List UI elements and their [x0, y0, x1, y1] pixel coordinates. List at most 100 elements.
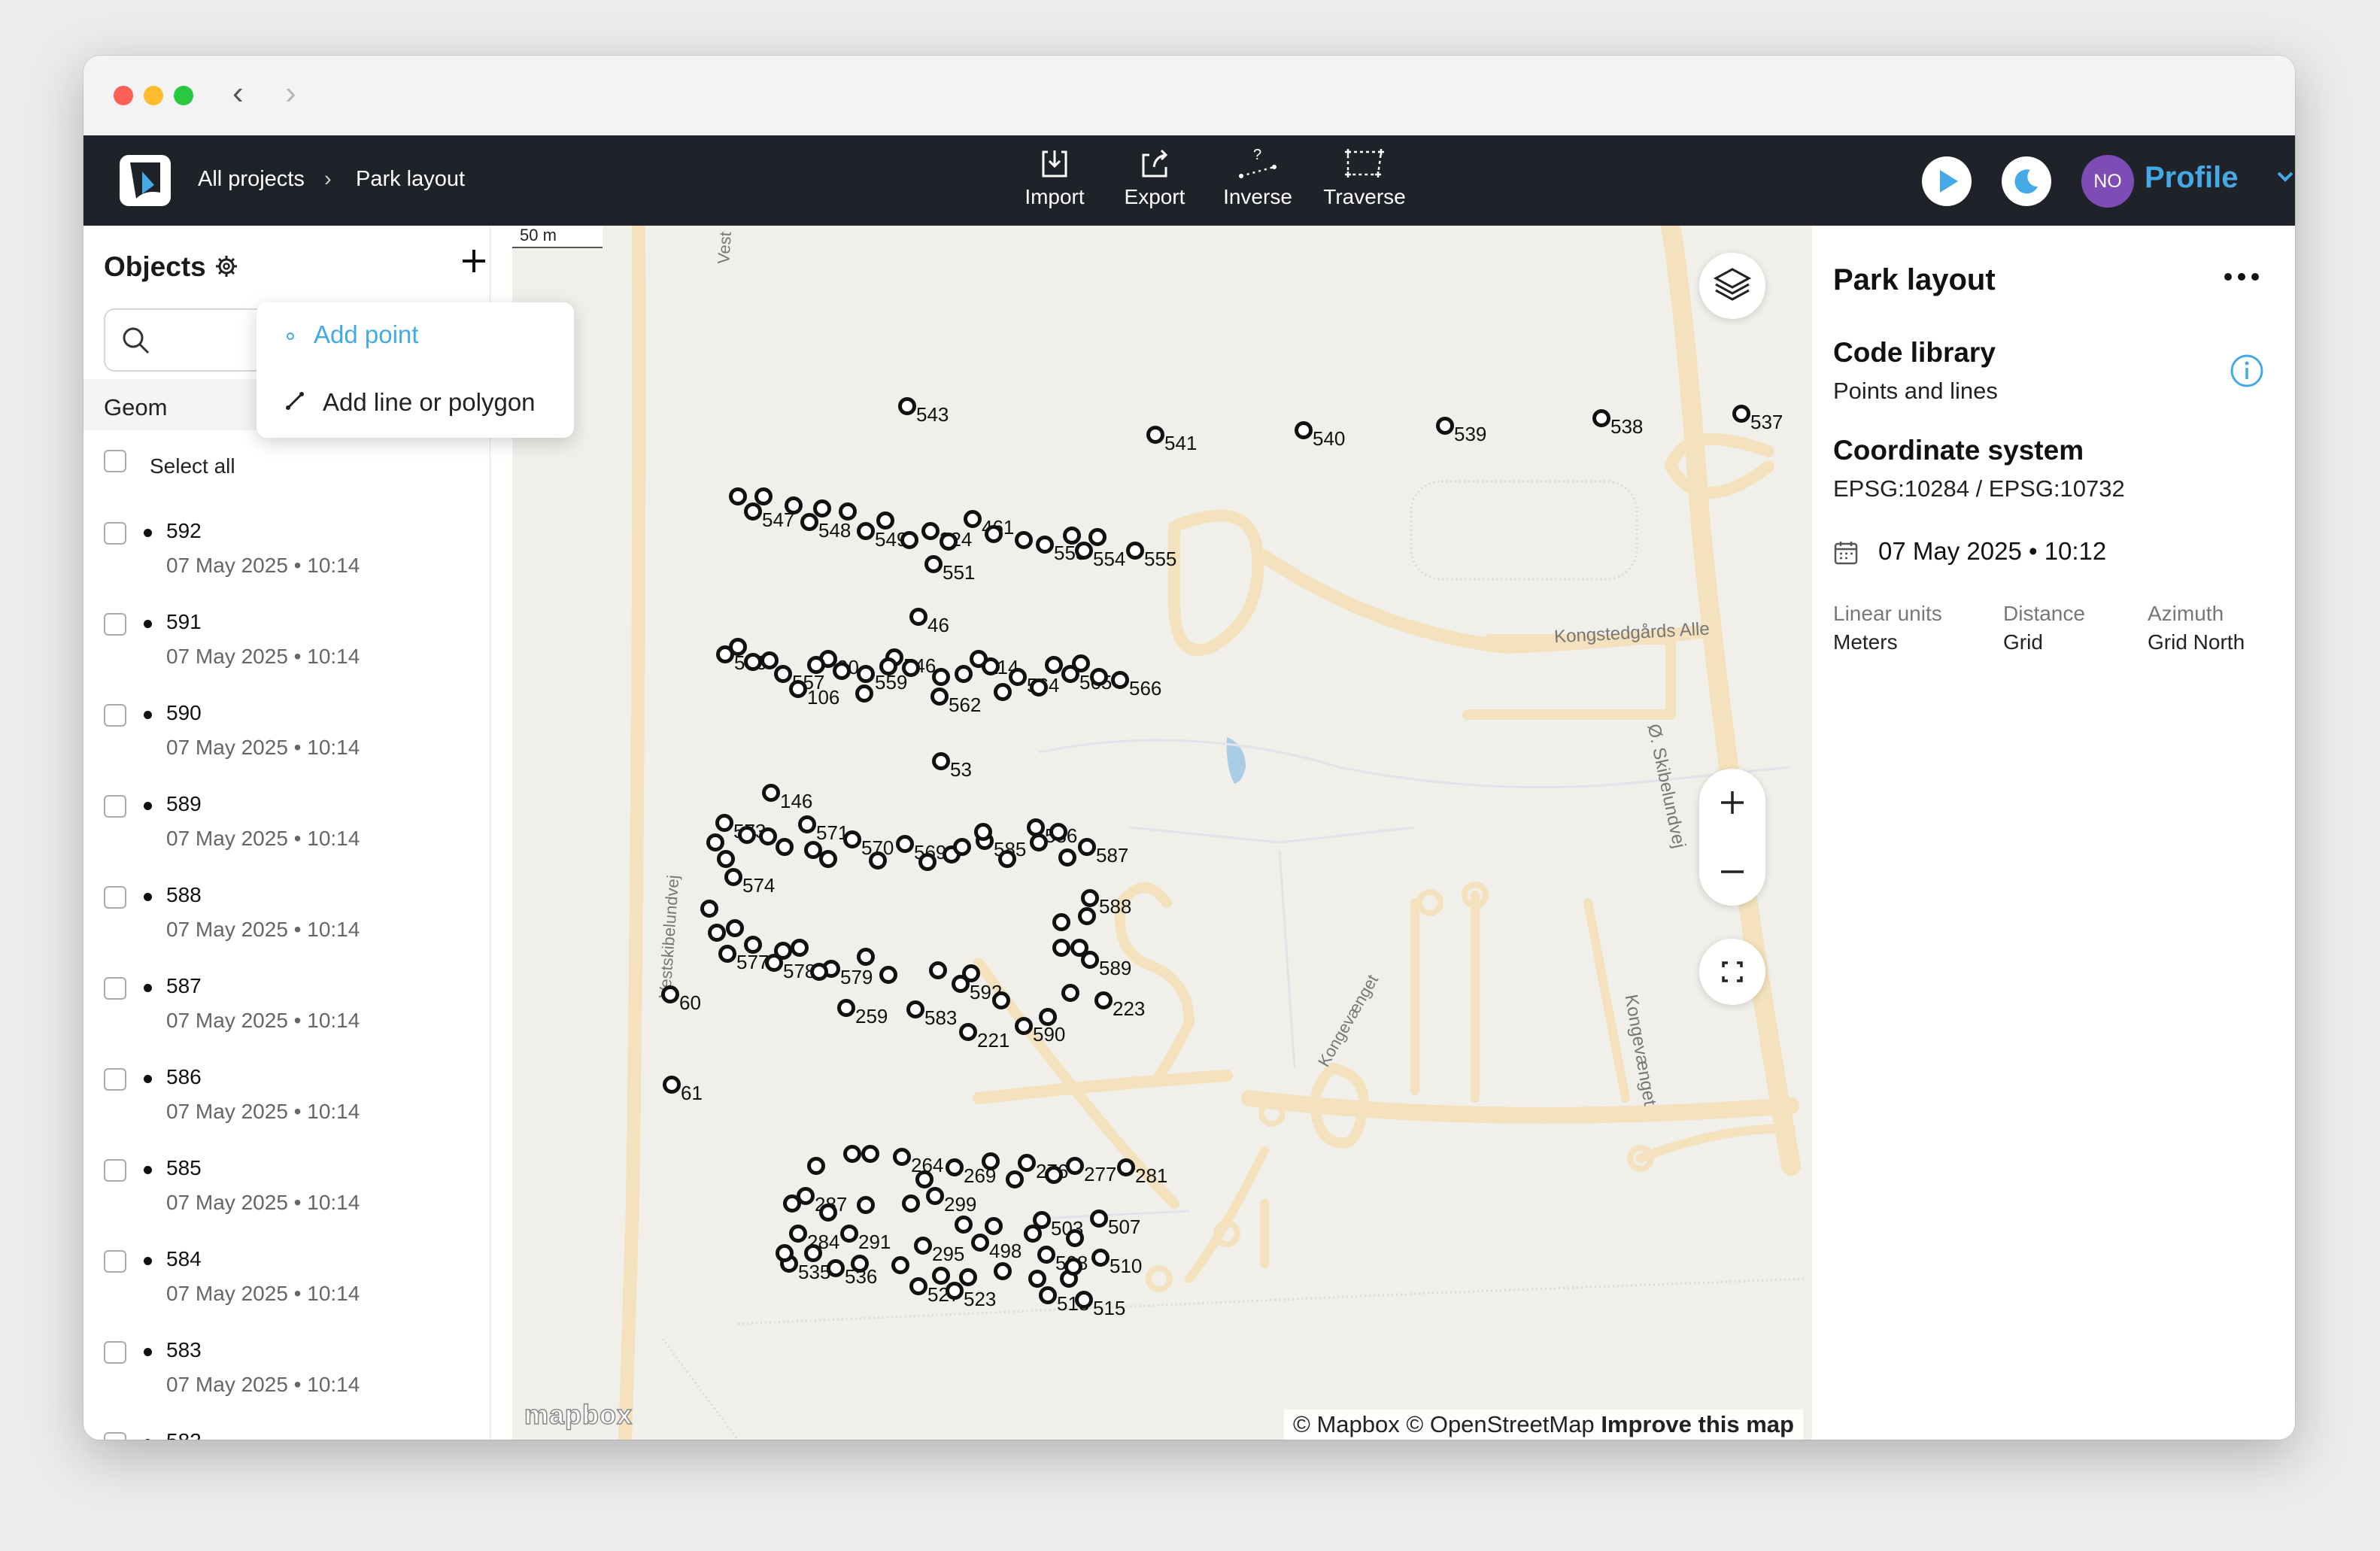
survey-point-marker[interactable] [1732, 405, 1750, 423]
export-button[interactable]: Export [1098, 146, 1211, 209]
survey-point-marker[interactable] [1064, 1258, 1082, 1276]
survey-point-marker[interactable] [1066, 1157, 1084, 1175]
item-checkbox[interactable] [104, 795, 126, 818]
list-item[interactable]: 589 07 May 2025 • 10:14 [83, 788, 475, 879]
survey-point-marker[interactable] [1030, 678, 1048, 697]
survey-point-marker[interactable] [1049, 823, 1067, 841]
survey-point-marker[interactable] [1436, 417, 1454, 435]
survey-point-marker[interactable] [1018, 1154, 1036, 1172]
survey-point-marker[interactable] [1078, 838, 1096, 856]
survey-point-marker[interactable] [833, 662, 851, 680]
avatar[interactable]: NO [2081, 155, 2134, 208]
forward-arrow-icon[interactable]: › [285, 77, 296, 110]
traverse-button[interactable]: Traverse [1308, 146, 1421, 209]
survey-point-marker[interactable] [789, 1225, 807, 1243]
survey-point-marker[interactable] [1295, 421, 1313, 439]
survey-point-marker[interactable] [932, 668, 950, 686]
survey-point-marker[interactable] [1045, 1166, 1063, 1184]
list-item[interactable]: 592 07 May 2025 • 10:14 [83, 514, 475, 606]
survey-point-marker[interactable] [738, 826, 756, 844]
zoom-window-button[interactable] [174, 86, 193, 105]
survey-point-marker[interactable] [729, 487, 747, 505]
survey-point-marker[interactable] [840, 1225, 858, 1243]
survey-point-marker[interactable] [1052, 939, 1070, 957]
survey-point-marker[interactable] [843, 830, 861, 848]
survey-point-marker[interactable] [1066, 1229, 1084, 1247]
survey-point-marker[interactable] [807, 656, 825, 674]
survey-point-marker[interactable] [819, 850, 837, 868]
survey-point-marker[interactable] [1039, 1286, 1057, 1304]
survey-point-marker[interactable] [953, 838, 971, 856]
survey-point-marker[interactable] [1090, 668, 1108, 686]
import-button[interactable]: Import [998, 146, 1111, 209]
survey-point-marker[interactable] [785, 496, 803, 514]
survey-point-marker[interactable] [1058, 848, 1076, 867]
survey-point-marker[interactable] [924, 555, 943, 573]
info-icon[interactable] [2230, 354, 2264, 388]
survey-point-marker[interactable] [661, 985, 679, 1003]
survey-point-marker[interactable] [783, 1194, 801, 1213]
item-checkbox[interactable] [104, 977, 126, 1000]
survey-point-marker[interactable] [914, 1237, 932, 1255]
survey-point-marker[interactable] [1045, 656, 1063, 674]
survey-point-marker[interactable] [985, 525, 1003, 543]
survey-point-marker[interactable] [971, 1234, 989, 1252]
breadcrumb-all-projects[interactable]: All projects [198, 167, 305, 192]
survey-point-marker[interactable] [857, 522, 875, 540]
survey-point-marker[interactable] [855, 684, 873, 703]
survey-point-marker[interactable] [982, 657, 1000, 675]
survey-point-marker[interactable] [857, 948, 875, 966]
survey-point-marker[interactable] [959, 1268, 977, 1286]
survey-point-marker[interactable] [724, 868, 742, 886]
survey-point-marker[interactable] [1078, 907, 1096, 925]
survey-point-marker[interactable] [1070, 939, 1088, 957]
survey-point-marker[interactable] [813, 499, 831, 518]
survey-point-marker[interactable] [876, 511, 894, 530]
survey-point-marker[interactable] [879, 657, 897, 675]
play-tour-button[interactable] [1922, 156, 1972, 206]
survey-point-marker[interactable] [869, 851, 887, 870]
map-canvas[interactable]: 50 m Kongstedgårds Alle Ø. Skibelundvej … [512, 226, 1812, 1440]
survey-point-marker[interactable] [1039, 1008, 1057, 1026]
survey-point-marker[interactable] [879, 966, 897, 984]
item-checkbox[interactable] [104, 1432, 126, 1440]
survey-point-marker[interactable] [926, 1187, 944, 1205]
add-object-button[interactable] [460, 247, 488, 275]
survey-point-marker[interactable] [798, 815, 816, 833]
survey-point-marker[interactable] [918, 853, 937, 871]
survey-point-marker[interactable] [974, 823, 992, 841]
list-item[interactable]: 591 07 May 2025 • 10:14 [83, 606, 475, 697]
survey-point-marker[interactable] [861, 1145, 879, 1163]
survey-point-marker[interactable] [915, 1170, 933, 1188]
survey-point-marker[interactable] [744, 936, 762, 954]
survey-point-marker[interactable] [837, 999, 855, 1017]
survey-point-marker[interactable] [962, 964, 980, 982]
survey-point-marker[interactable] [843, 1145, 861, 1163]
survey-point-marker[interactable] [900, 531, 918, 549]
survey-point-marker[interactable] [921, 522, 940, 540]
list-item[interactable]: 590 07 May 2025 • 10:14 [83, 697, 475, 788]
survey-point-marker[interactable] [791, 939, 809, 957]
list-item[interactable]: 584 07 May 2025 • 10:14 [83, 1243, 475, 1334]
chevron-down-icon[interactable] [2274, 165, 2295, 188]
minimize-window-button[interactable] [144, 86, 163, 105]
survey-point-marker[interactable] [744, 502, 762, 521]
survey-point-marker[interactable] [774, 942, 792, 960]
survey-point-marker[interactable] [994, 683, 1012, 701]
item-checkbox[interactable] [104, 886, 126, 909]
survey-point-marker[interactable] [760, 651, 779, 669]
zoom-in-icon[interactable] [1699, 769, 1765, 837]
app-logo[interactable] [120, 155, 171, 206]
survey-point-marker[interactable] [744, 653, 762, 671]
add-point-menu-item[interactable]: Add point [314, 320, 418, 349]
survey-point-marker[interactable] [932, 752, 950, 770]
zoom-out-icon[interactable] [1699, 837, 1765, 906]
close-window-button[interactable] [114, 86, 133, 105]
list-item[interactable]: 586 07 May 2025 • 10:14 [83, 1061, 475, 1152]
survey-point-marker[interactable] [1075, 1291, 1093, 1309]
osm-attribution-link[interactable]: © OpenStreetMap [1406, 1411, 1594, 1437]
survey-point-marker[interactable] [1061, 984, 1079, 1002]
survey-point-marker[interactable] [932, 1267, 950, 1285]
survey-point-marker[interactable] [819, 1203, 837, 1222]
survey-point-marker[interactable] [1037, 1246, 1055, 1264]
